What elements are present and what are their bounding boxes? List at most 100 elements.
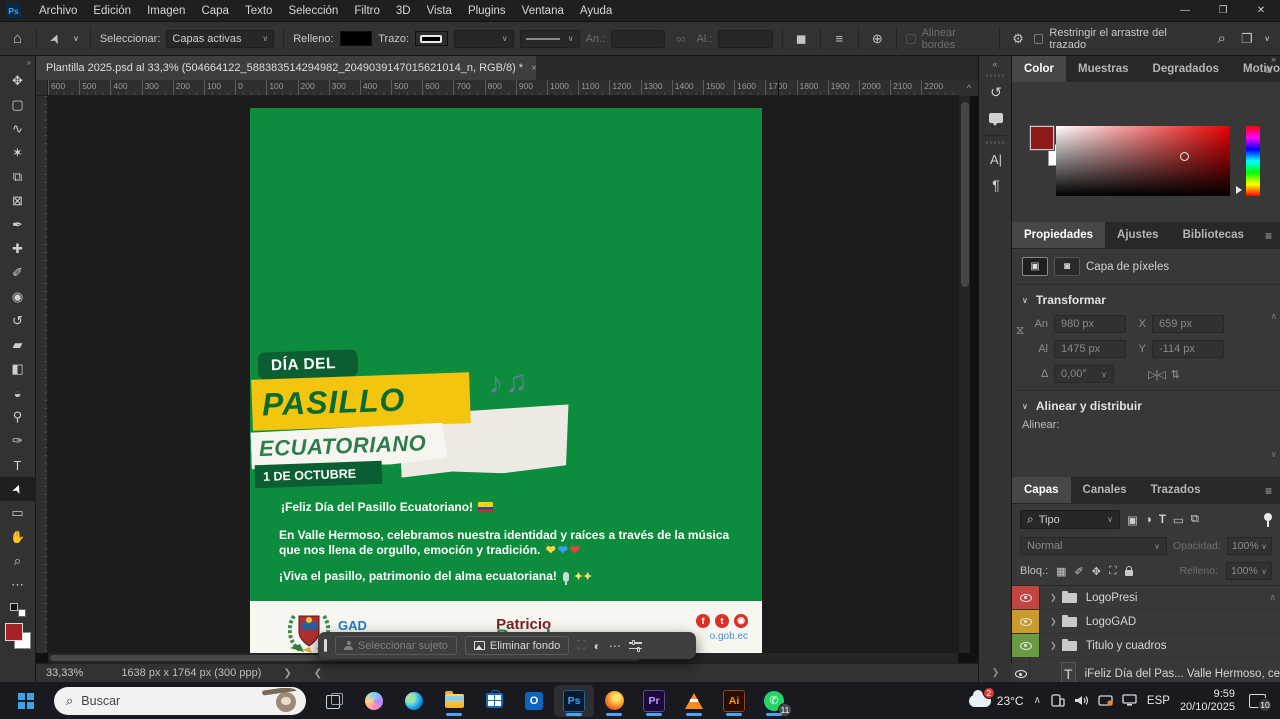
menu-item[interactable]: Selección — [280, 5, 346, 17]
layer-expand-arrow[interactable]: ❯ — [1050, 641, 1057, 650]
brush-tool[interactable]: ✐ — [0, 261, 36, 285]
hue-slider[interactable] — [1246, 126, 1260, 196]
blur-tool[interactable]: ◒ — [0, 381, 36, 405]
weather-widget[interactable]: 2 23°C — [969, 694, 1024, 708]
path-alignment-icon[interactable]: ≡ — [830, 31, 849, 46]
pen-tool[interactable]: ✑ — [0, 429, 36, 453]
eraser-tool[interactable]: ▰ — [0, 333, 36, 357]
history-brush-tool[interactable]: ↺ — [0, 309, 36, 333]
remove-background-button[interactable]: Eliminar fondo — [465, 636, 569, 655]
file-explorer-button[interactable] — [434, 685, 474, 717]
link-proportions-icon[interactable]: ⧖ — [1016, 323, 1024, 338]
taskbar-search-box[interactable]: ⌕ Buscar — [54, 687, 306, 715]
hand-tool[interactable]: ✋ — [0, 525, 36, 549]
path-operations-icon[interactable]: ◼ — [792, 31, 811, 47]
tab-muestras[interactable]: Muestras — [1066, 56, 1141, 82]
flip-horizontal-icon[interactable]: ▷|◁ — [1148, 368, 1165, 381]
y-value-field[interactable]: -114 px — [1152, 340, 1224, 358]
eyedropper-tool[interactable]: ✒ — [0, 213, 36, 237]
vertical-scrollbar-thumb[interactable] — [961, 102, 969, 287]
constrain-path-drag-checkbox[interactable] — [1034, 34, 1044, 44]
transform-section-header[interactable]: ∨Transformar — [1012, 284, 1280, 311]
minimize-button[interactable]: — — [1166, 0, 1204, 21]
status-next-icon[interactable]: ❯ — [261, 668, 291, 679]
lock-position-icon[interactable]: ✥ — [1092, 565, 1101, 578]
language-indicator[interactable]: ESP — [1147, 695, 1170, 707]
blend-mode-dropdown[interactable]: Normal∨ — [1020, 537, 1167, 555]
path-selection-tool[interactable]: ➤ — [0, 477, 36, 501]
close-button[interactable]: ✕ — [1242, 0, 1280, 21]
rectangle-tool[interactable]: ▭ — [0, 501, 36, 525]
fill-swatch[interactable] — [340, 31, 373, 46]
lock-transparency-icon[interactable]: ▦ — [1056, 565, 1066, 578]
panel-scroll-up-icon[interactable]: ∧ — [1270, 311, 1277, 322]
select-mode-dropdown[interactable]: Capas activas∨ — [166, 30, 274, 48]
dock-grip[interactable] — [986, 141, 1004, 144]
dodge-tool[interactable]: ⚲ — [0, 405, 36, 429]
layer-expand-arrow[interactable]: ❯ — [1050, 593, 1057, 602]
clone-stamp-tool[interactable]: ◉ — [0, 285, 36, 309]
speaker-icon[interactable] — [1074, 694, 1089, 707]
edit-toolbar-button[interactable]: ⋯ — [0, 573, 36, 597]
menu-item[interactable]: Edición — [85, 5, 139, 17]
gradient-tool[interactable]: ◧ — [0, 357, 36, 381]
gear-icon[interactable]: ⚙ — [1009, 31, 1028, 47]
stroke-type-dropdown[interactable]: ∨ — [520, 30, 580, 48]
lock-pixels-icon[interactable]: ✐ — [1075, 565, 1084, 578]
workspace-switcher-icon[interactable]: ❐ — [1237, 31, 1256, 47]
character-panel-icon[interactable]: A| — [979, 146, 1013, 172]
filter-type-layers-icon[interactable]: T — [1159, 514, 1166, 526]
search-icon[interactable]: ⌕ — [1212, 30, 1231, 47]
layer-visibility-toggle[interactable] — [1012, 634, 1040, 657]
layer-visibility-toggle[interactable] — [1012, 586, 1040, 609]
saturation-field[interactable] — [1056, 126, 1230, 196]
premiere-button[interactable]: Pr — [634, 685, 674, 717]
canvas-area[interactable]: DÍA DEL PASILLO ♪♫ ECUATORIANO 1 DE OCTU… — [48, 96, 958, 653]
panel-scroll-down-icon[interactable]: ∨ — [1270, 449, 1277, 460]
default-colors-icon[interactable] — [10, 603, 26, 617]
history-panel-icon[interactable]: ↺ — [979, 79, 1013, 105]
panel-menu-icon[interactable]: ≡ — [1265, 484, 1272, 498]
menu-item[interactable]: 3D — [388, 5, 419, 17]
move-tool[interactable]: ✥ — [0, 69, 36, 93]
zoom-tool[interactable]: ⌕ — [0, 549, 36, 573]
select-subject-button[interactable]: Seleccionar sujeto — [335, 636, 457, 655]
dock-expand-icon[interactable]: » — [1271, 54, 1276, 64]
copilot-button[interactable] — [354, 685, 394, 717]
restore-button[interactable]: ❐ — [1204, 0, 1242, 21]
filter-toggle-icon[interactable] — [1263, 513, 1272, 527]
status-prev-icon[interactable]: ❮ — [292, 668, 322, 679]
dock-grip[interactable] — [986, 74, 1004, 77]
panel-menu-icon[interactable]: ≡ — [1265, 229, 1272, 243]
path-arrangement-icon[interactable]: ⊕ — [868, 31, 887, 47]
toolbox-expand-icon[interactable]: » — [23, 56, 35, 69]
clock[interactable]: 9:59 20/10/2025 — [1180, 688, 1235, 714]
properties-sliders-icon[interactable] — [629, 640, 642, 651]
foreground-color-swatch[interactable] — [5, 623, 23, 641]
menu-item[interactable]: Archivo — [31, 5, 85, 17]
x-value-field[interactable]: 659 px — [1152, 315, 1224, 333]
whatsapp-button[interactable]: ✆11 — [754, 685, 794, 717]
stroke-swatch[interactable] — [415, 31, 448, 46]
tab-degradados[interactable]: Degradados — [1141, 56, 1231, 82]
tab-color[interactable]: Color — [1012, 56, 1066, 82]
link-dimensions-icon[interactable]: ∞ — [671, 31, 690, 46]
menu-item[interactable]: Imagen — [139, 5, 193, 17]
tab-ajustes[interactable]: Ajustes — [1105, 222, 1171, 248]
dock-bottom-arrow-icon[interactable]: ❯ — [978, 663, 1012, 682]
illustrator-button[interactable]: Ai — [714, 685, 754, 717]
align-section-header[interactable]: ∨Alinear y distribuir — [1012, 390, 1280, 417]
filter-pixel-layers-icon[interactable]: ▣ — [1127, 513, 1138, 527]
tab-close-icon[interactable]: × — [531, 63, 537, 74]
current-tool-icon[interactable]: ➤ — [45, 27, 67, 51]
tab-trazados[interactable]: Trazados — [1139, 477, 1213, 503]
tab-bibliotecas[interactable]: Bibliotecas — [1171, 222, 1256, 248]
lock-all-icon[interactable] — [1125, 570, 1133, 576]
start-button[interactable] — [6, 685, 46, 717]
type-tool[interactable]: T — [0, 453, 36, 477]
transform-icon[interactable]: ⛶ — [577, 638, 585, 653]
firefox-button[interactable] — [594, 685, 634, 717]
ruler-collapse-icon[interactable]: ^ — [960, 80, 978, 96]
photoshop-button[interactable]: Ps — [554, 685, 594, 717]
task-view-button[interactable] — [314, 685, 354, 717]
